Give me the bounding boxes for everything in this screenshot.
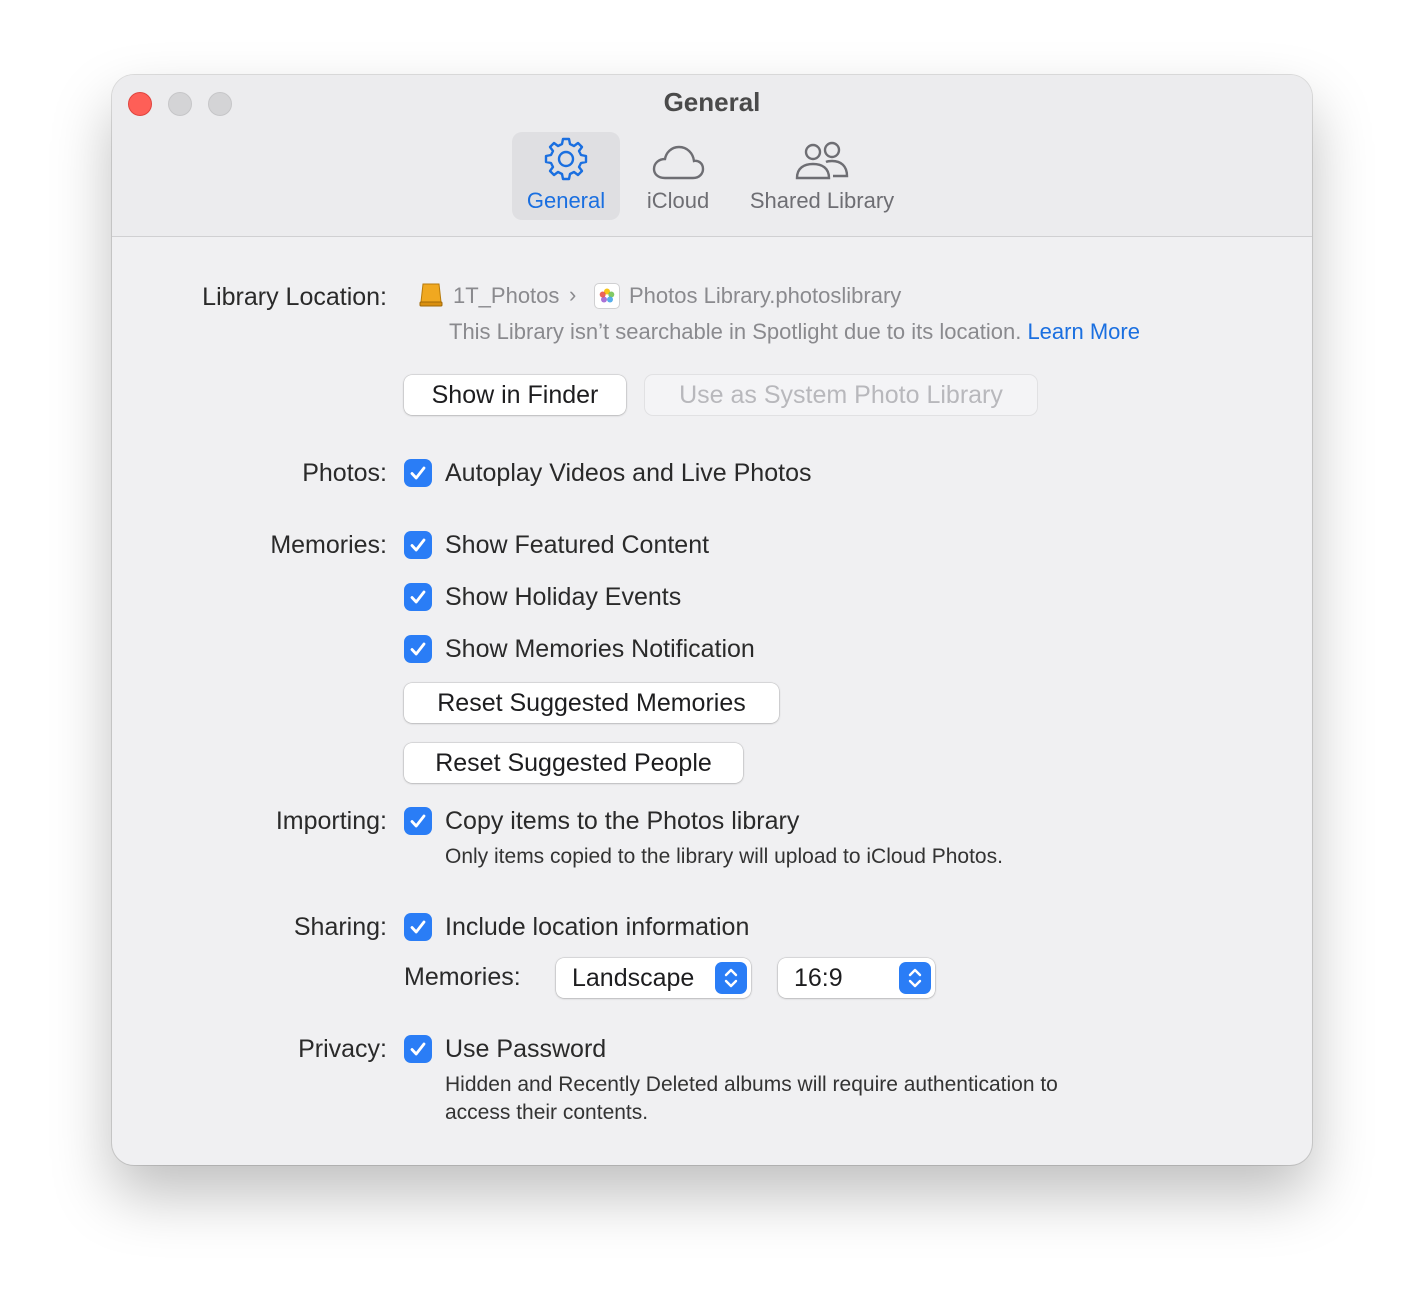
featured-content-label: Show Featured Content xyxy=(445,531,710,559)
photos-label: Photos: xyxy=(302,459,387,487)
tab-icloud-label: iCloud xyxy=(646,188,710,213)
importing-label: Importing: xyxy=(275,807,387,835)
aspect-ratio-select[interactable]: 16:9 xyxy=(778,958,935,998)
tab-shared-library-label: Shared Library xyxy=(749,188,895,213)
copy-items-note: Only items copied to the library will up… xyxy=(445,845,1003,868)
orientation-value: Landscape xyxy=(572,963,695,992)
spotlight-note: This Library isn’t searchable in Spotlig… xyxy=(449,319,1140,345)
learn-more-link[interactable]: Learn More xyxy=(1027,319,1140,344)
path-separator: › xyxy=(569,282,577,307)
featured-content-checkbox[interactable] xyxy=(404,531,432,559)
photos-library-icon xyxy=(594,283,620,309)
checkmark-icon xyxy=(410,814,426,828)
orientation-select[interactable]: Landscape xyxy=(556,958,751,998)
cloud-icon xyxy=(651,132,705,182)
password-note-line1: Hidden and Recently Deleted albums will … xyxy=(445,1073,1058,1096)
library-location-label: Library Location: xyxy=(202,283,387,311)
gear-icon xyxy=(543,132,589,182)
memories-label: Memories: xyxy=(270,531,387,559)
autoplay-checkbox[interactable] xyxy=(404,459,432,487)
checkmark-icon xyxy=(410,1042,426,1056)
use-password-checkbox[interactable] xyxy=(404,1035,432,1063)
tab-shared-library[interactable]: Shared Library xyxy=(742,132,902,220)
preferences-window: General General iCloud Shared Library Li… xyxy=(112,75,1312,1165)
chevron-up-down-icon xyxy=(899,962,931,994)
spotlight-note-text: This Library isn’t searchable in Spotlig… xyxy=(449,319,1022,344)
people-icon xyxy=(793,132,851,182)
drive-name: 1T_Photos xyxy=(453,283,560,308)
library-file-name: Photos Library.photoslibrary xyxy=(629,283,902,308)
copy-items-checkbox[interactable] xyxy=(404,807,432,835)
copy-items-label: Copy items to the Photos library xyxy=(445,807,800,835)
checkmark-icon xyxy=(410,538,426,552)
tab-general[interactable]: General xyxy=(512,132,620,220)
use-password-label: Use Password xyxy=(445,1035,607,1063)
include-location-checkbox[interactable] xyxy=(404,913,432,941)
include-location-label: Include location information xyxy=(445,913,750,941)
use-as-system-library-button[interactable]: Use as System Photo Library xyxy=(645,375,1037,415)
password-note-line2: access their contents. xyxy=(445,1101,649,1124)
checkmark-icon xyxy=(410,590,426,604)
holiday-events-label: Show Holiday Events xyxy=(445,583,682,611)
memories-notification-label: Show Memories Notification xyxy=(445,635,755,663)
checkmark-icon xyxy=(410,466,426,480)
toolbar: General General iCloud Shared Library xyxy=(112,75,1312,237)
window-title: General xyxy=(663,87,761,117)
autoplay-label: Autoplay Videos and Live Photos xyxy=(445,459,812,487)
sharing-memories-label: Memories: xyxy=(404,963,521,991)
privacy-label: Privacy: xyxy=(298,1035,387,1063)
tab-general-label: General xyxy=(526,188,606,213)
reset-suggested-people-button[interactable]: Reset Suggested People xyxy=(404,743,743,783)
sharing-label: Sharing: xyxy=(293,913,387,941)
holiday-events-checkbox[interactable] xyxy=(404,583,432,611)
checkmark-icon xyxy=(410,642,426,656)
drive-icon xyxy=(418,282,444,308)
checkmark-icon xyxy=(410,920,426,934)
chevron-up-down-icon xyxy=(715,962,747,994)
reset-suggested-memories-button[interactable]: Reset Suggested Memories xyxy=(404,683,779,723)
show-in-finder-button[interactable]: Show in Finder xyxy=(404,375,626,415)
tab-icloud[interactable]: iCloud xyxy=(634,132,722,220)
memories-notification-checkbox[interactable] xyxy=(404,635,432,663)
aspect-ratio-value: 16:9 xyxy=(794,963,843,992)
